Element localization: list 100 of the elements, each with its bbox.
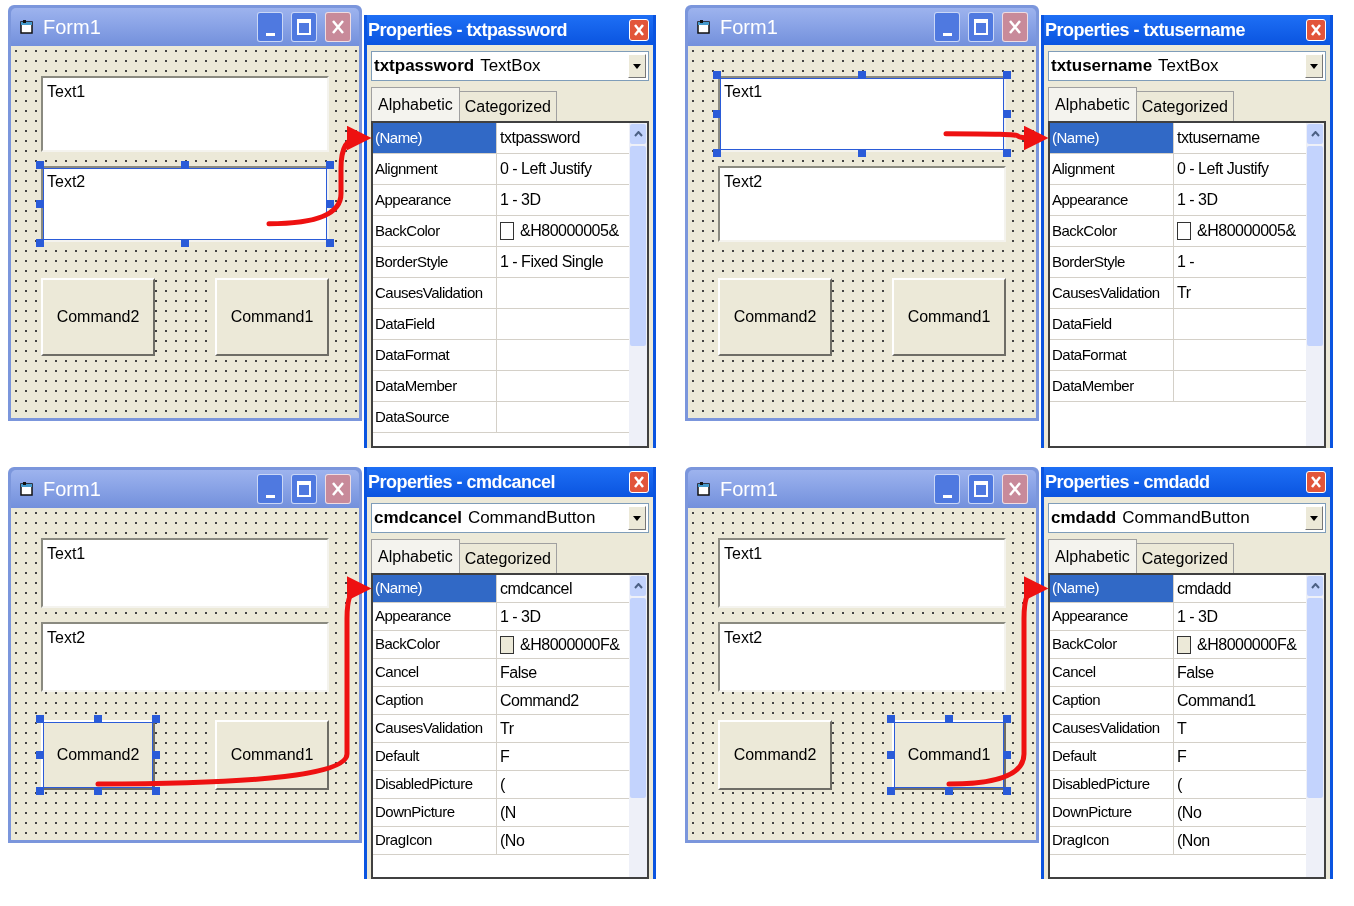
property-value[interactable]: (Non [1177, 828, 1210, 853]
property-value[interactable]: (No [500, 828, 525, 853]
property-value[interactable]: cmdadd [1177, 576, 1231, 601]
property-name[interactable]: BorderStyle [1050, 247, 1174, 277]
property-value[interactable]: T [1177, 716, 1187, 741]
property-name[interactable]: CausesValidation [1050, 278, 1174, 308]
property-value[interactable]: F [500, 744, 510, 769]
property-value[interactable]: 1 - Fixed Single [500, 250, 604, 274]
property-value[interactable]: False [500, 660, 537, 685]
property-name[interactable]: Alignment [373, 154, 497, 184]
property-value[interactable]: 1 - [1177, 250, 1195, 274]
command-button[interactable]: Command1 [892, 278, 1006, 356]
command-button[interactable]: Command1 [215, 278, 329, 356]
property-name[interactable]: Appearance [1050, 603, 1174, 630]
property-name[interactable]: DataMember [1050, 371, 1174, 401]
property-name[interactable]: DisabledPicture [373, 771, 497, 798]
property-name[interactable]: Default [1050, 743, 1174, 770]
tab[interactable]: Categorized [1136, 91, 1234, 121]
property-name[interactable]: CausesValidation [1050, 715, 1174, 742]
property-value[interactable]: txtusername [1177, 126, 1260, 150]
text-box[interactable]: Text1 [41, 76, 329, 152]
property-value[interactable]: txtpassword [500, 126, 580, 150]
property-name[interactable]: (Name) [1050, 575, 1174, 602]
property-name[interactable]: DataMember [373, 371, 497, 401]
command-button[interactable]: Command1 [215, 720, 329, 790]
property-value[interactable]: (No [1177, 800, 1202, 825]
property-name[interactable]: Appearance [1050, 185, 1174, 215]
tab[interactable]: Categorized [459, 91, 557, 121]
property-name[interactable]: DataField [373, 309, 497, 339]
property-value[interactable]: 0 - Left Justify [1177, 157, 1269, 181]
property-name[interactable]: DownPicture [1050, 799, 1174, 826]
property-value[interactable]: 1 - 3D [1177, 188, 1218, 212]
command-button[interactable]: Command2 [41, 278, 155, 356]
property-name[interactable]: (Name) [373, 123, 497, 153]
property-name[interactable]: DataSource [373, 402, 497, 432]
property-value[interactable]: 0 - Left Justify [500, 157, 592, 181]
property-name[interactable]: DataFormat [1050, 340, 1174, 370]
property-name[interactable]: DragIcon [373, 827, 497, 854]
property-name[interactable]: Alignment [1050, 154, 1174, 184]
property-name[interactable]: Default [373, 743, 497, 770]
property-value[interactable]: Command1 [1177, 688, 1256, 713]
object-dropdown[interactable]: cmdcancel CommandButton [371, 503, 649, 533]
property-name[interactable]: Appearance [373, 185, 497, 215]
text-box[interactable]: Text2 [718, 166, 1006, 242]
property-value[interactable]: cmdcancel [500, 576, 572, 601]
property-name[interactable]: BackColor [373, 216, 497, 246]
property-name[interactable]: DownPicture [373, 799, 497, 826]
property-value[interactable]: ( [500, 772, 505, 797]
tab[interactable]: Alphabetic [1048, 87, 1137, 121]
command-button[interactable]: Command1 [892, 720, 1006, 790]
text-box[interactable]: Text2 [718, 622, 1006, 692]
property-name[interactable]: Cancel [1050, 659, 1174, 686]
property-name[interactable]: DisabledPicture [1050, 771, 1174, 798]
property-name[interactable]: BackColor [373, 631, 497, 658]
text-box[interactable]: Text1 [718, 76, 1006, 152]
property-name[interactable]: (Name) [373, 575, 497, 602]
property-name[interactable]: BackColor [1050, 631, 1174, 658]
text-box[interactable]: Text1 [718, 538, 1006, 608]
text-box[interactable]: Text2 [41, 166, 329, 242]
property-value[interactable]: &H8000000F& [520, 632, 620, 657]
property-name[interactable]: Caption [1050, 687, 1174, 714]
property-value[interactable]: Tr [1177, 281, 1191, 305]
property-name[interactable]: (Name) [1050, 123, 1174, 153]
property-value[interactable]: ( [1177, 772, 1182, 797]
tab[interactable]: Categorized [459, 543, 557, 573]
tab[interactable]: Categorized [1136, 543, 1234, 573]
command-button[interactable]: Command2 [718, 278, 832, 356]
property-value[interactable]: Tr [500, 716, 514, 741]
property-value[interactable]: False [1177, 660, 1214, 685]
object-dropdown[interactable]: txtusername TextBox [1048, 51, 1326, 81]
tab[interactable]: Alphabetic [1048, 539, 1137, 573]
property-name[interactable]: BorderStyle [373, 247, 497, 277]
window-title: Properties - cmdcancel [368, 470, 556, 494]
text-box[interactable]: Text2 [41, 622, 329, 692]
property-value[interactable]: &H8000000F& [1197, 632, 1297, 657]
property-value[interactable]: Command2 [500, 688, 579, 713]
text-box[interactable]: Text1 [41, 538, 329, 608]
command-button[interactable]: Command2 [41, 720, 155, 790]
property-name[interactable]: Cancel [373, 659, 497, 686]
property-name[interactable]: Appearance [373, 603, 497, 630]
property-value[interactable]: &H80000005& [1197, 219, 1296, 243]
object-dropdown[interactable]: cmdadd CommandButton [1048, 503, 1326, 533]
property-value[interactable]: 1 - 3D [1177, 604, 1218, 629]
property-value[interactable]: 1 - 3D [500, 188, 541, 212]
tab[interactable]: Alphabetic [371, 87, 460, 121]
property-name[interactable]: DataField [1050, 309, 1174, 339]
object-name: cmdcancel [374, 507, 462, 530]
tab[interactable]: Alphabetic [371, 539, 460, 573]
property-name[interactable]: CausesValidation [373, 278, 497, 308]
property-value[interactable]: 1 - 3D [500, 604, 541, 629]
property-value[interactable]: F [1177, 744, 1187, 769]
property-name[interactable]: CausesValidation [373, 715, 497, 742]
property-name[interactable]: DragIcon [1050, 827, 1174, 854]
property-value[interactable]: &H80000005& [520, 219, 619, 243]
property-name[interactable]: Caption [373, 687, 497, 714]
property-value[interactable]: (N [500, 800, 516, 825]
command-button[interactable]: Command2 [718, 720, 832, 790]
property-name[interactable]: BackColor [1050, 216, 1174, 246]
property-name[interactable]: DataFormat [373, 340, 497, 370]
object-dropdown[interactable]: txtpassword TextBox [371, 51, 649, 81]
